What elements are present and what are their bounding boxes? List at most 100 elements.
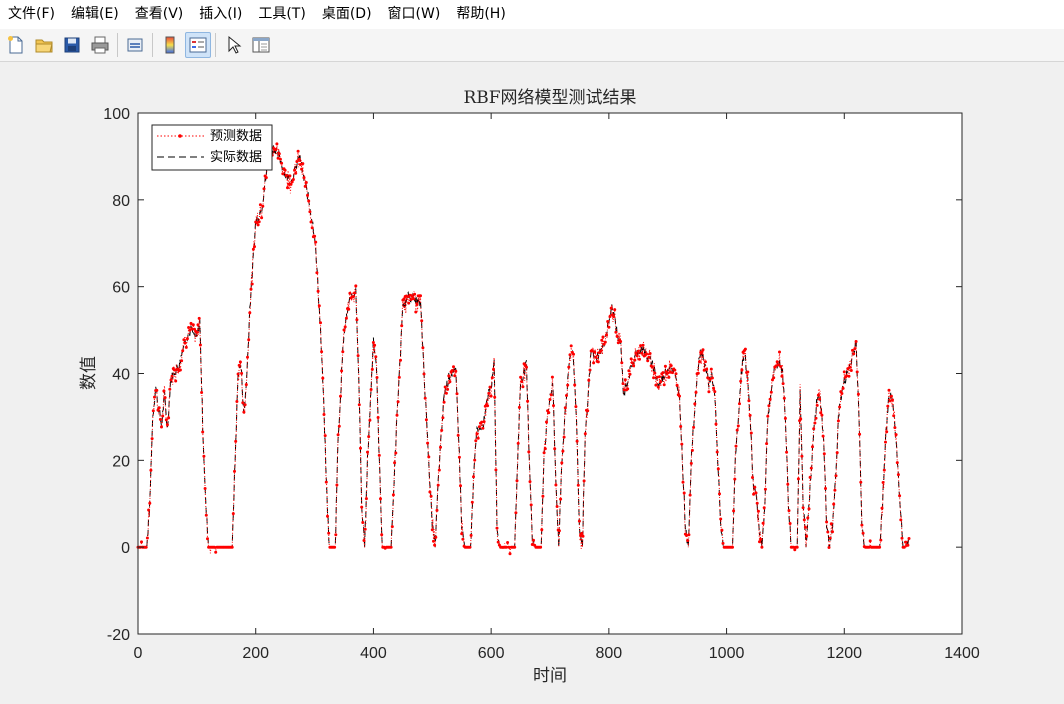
predicted-point xyxy=(368,418,372,422)
predicted-point xyxy=(661,371,665,375)
predicted-point xyxy=(461,537,465,541)
predicted-point xyxy=(775,360,779,364)
predicted-point xyxy=(886,404,890,408)
new-figure-button[interactable] xyxy=(3,32,29,58)
link-plot-button[interactable] xyxy=(122,32,148,58)
predicted-point xyxy=(878,545,882,549)
predicted-point xyxy=(641,343,645,347)
predicted-point xyxy=(715,450,719,454)
predicted-point xyxy=(248,311,252,315)
predicted-point xyxy=(754,491,758,495)
menu-file[interactable]: 文件(F) xyxy=(0,0,63,29)
predicted-point xyxy=(234,439,238,443)
predicted-point xyxy=(785,450,789,454)
predicted-point xyxy=(753,485,757,489)
legend[interactable]: 预测数据 实际数据 xyxy=(151,124,273,171)
predicted-point xyxy=(814,416,818,420)
predicted-point xyxy=(858,432,862,436)
predicted-point xyxy=(713,390,717,394)
menu-edit[interactable]: 编辑(E) xyxy=(63,0,127,29)
menu-view[interactable]: 查看(V) xyxy=(127,0,192,29)
predicted-point xyxy=(796,477,800,481)
predicted-point xyxy=(157,406,161,410)
predicted-point xyxy=(399,358,402,362)
predicted-point xyxy=(614,330,618,334)
predicted-point xyxy=(314,240,318,244)
predicted-point xyxy=(829,522,833,526)
new-file-icon xyxy=(8,36,23,54)
predicted-point xyxy=(740,368,744,372)
predicted-point xyxy=(734,444,738,448)
predicted-point xyxy=(440,428,444,432)
predicted-point xyxy=(885,430,889,434)
predicted-point xyxy=(569,344,573,348)
predicted-point xyxy=(496,540,500,544)
edit-plot-button[interactable] xyxy=(220,32,246,58)
predicted-point xyxy=(761,521,765,525)
predicted-point xyxy=(371,341,375,344)
predicted-point xyxy=(847,374,851,378)
predicted-point xyxy=(377,453,381,457)
predicted-point xyxy=(242,410,246,414)
property-editor-button[interactable] xyxy=(248,32,274,58)
predicted-point xyxy=(257,220,261,224)
predicted-point xyxy=(738,402,741,406)
predicted-point xyxy=(902,545,906,549)
predicted-point xyxy=(355,318,359,322)
predicted-point xyxy=(557,529,561,533)
predicted-point xyxy=(428,490,432,494)
predicted-point xyxy=(303,184,307,188)
predicted-point xyxy=(274,147,278,151)
toolbar-separator xyxy=(215,33,216,57)
predicted-point xyxy=(423,396,427,400)
predicted-point xyxy=(238,360,242,364)
predicted-point xyxy=(196,323,200,327)
predicted-point xyxy=(419,294,422,298)
insert-legend-button[interactable] xyxy=(185,32,211,58)
predicted-point xyxy=(317,304,321,308)
predicted-point xyxy=(687,533,691,537)
predicted-point xyxy=(469,533,473,537)
predicted-point xyxy=(339,394,342,398)
predicted-point xyxy=(506,541,510,544)
predicted-point xyxy=(787,509,791,513)
predicted-point xyxy=(380,533,384,537)
predicted-point xyxy=(580,531,584,535)
insert-colorbar-button[interactable] xyxy=(157,32,183,58)
predicted-point xyxy=(489,394,493,398)
predicted-point xyxy=(907,537,911,540)
predicted-point xyxy=(567,365,571,369)
predicted-point xyxy=(679,425,683,428)
open-file-button[interactable] xyxy=(31,32,57,58)
predicted-point xyxy=(140,540,143,544)
predicted-point xyxy=(277,152,281,156)
predicted-point xyxy=(456,433,460,437)
predicted-point xyxy=(825,520,829,524)
predicted-point xyxy=(164,418,168,422)
predicted-point xyxy=(705,367,709,371)
predicted-point xyxy=(390,525,394,529)
predicted-point xyxy=(549,393,553,397)
predicted-point xyxy=(609,306,613,310)
predicted-point xyxy=(421,346,425,350)
menu-help[interactable]: 帮助(H) xyxy=(448,0,513,29)
menu-window[interactable]: 窗口(W) xyxy=(380,0,449,29)
predicted-point xyxy=(455,392,459,396)
predicted-point xyxy=(900,536,904,540)
predicted-point xyxy=(487,391,491,395)
save-icon xyxy=(64,37,80,53)
menu-tools[interactable]: 工具(T) xyxy=(250,0,313,29)
predicted-point xyxy=(319,321,322,325)
predicted-point xyxy=(647,355,651,359)
menu-insert[interactable]: 插入(I) xyxy=(191,0,250,29)
predicted-point xyxy=(690,448,694,452)
menu-desktop[interactable]: 桌面(D) xyxy=(314,0,380,29)
predicted-point xyxy=(680,442,684,446)
print-button[interactable] xyxy=(87,32,113,58)
toolbar-separator xyxy=(152,33,153,57)
predicted-point xyxy=(765,442,769,446)
predicted-point xyxy=(296,149,300,153)
y-tick-label: 20 xyxy=(112,453,130,470)
save-button[interactable] xyxy=(59,32,85,58)
predicted-point xyxy=(581,534,585,538)
